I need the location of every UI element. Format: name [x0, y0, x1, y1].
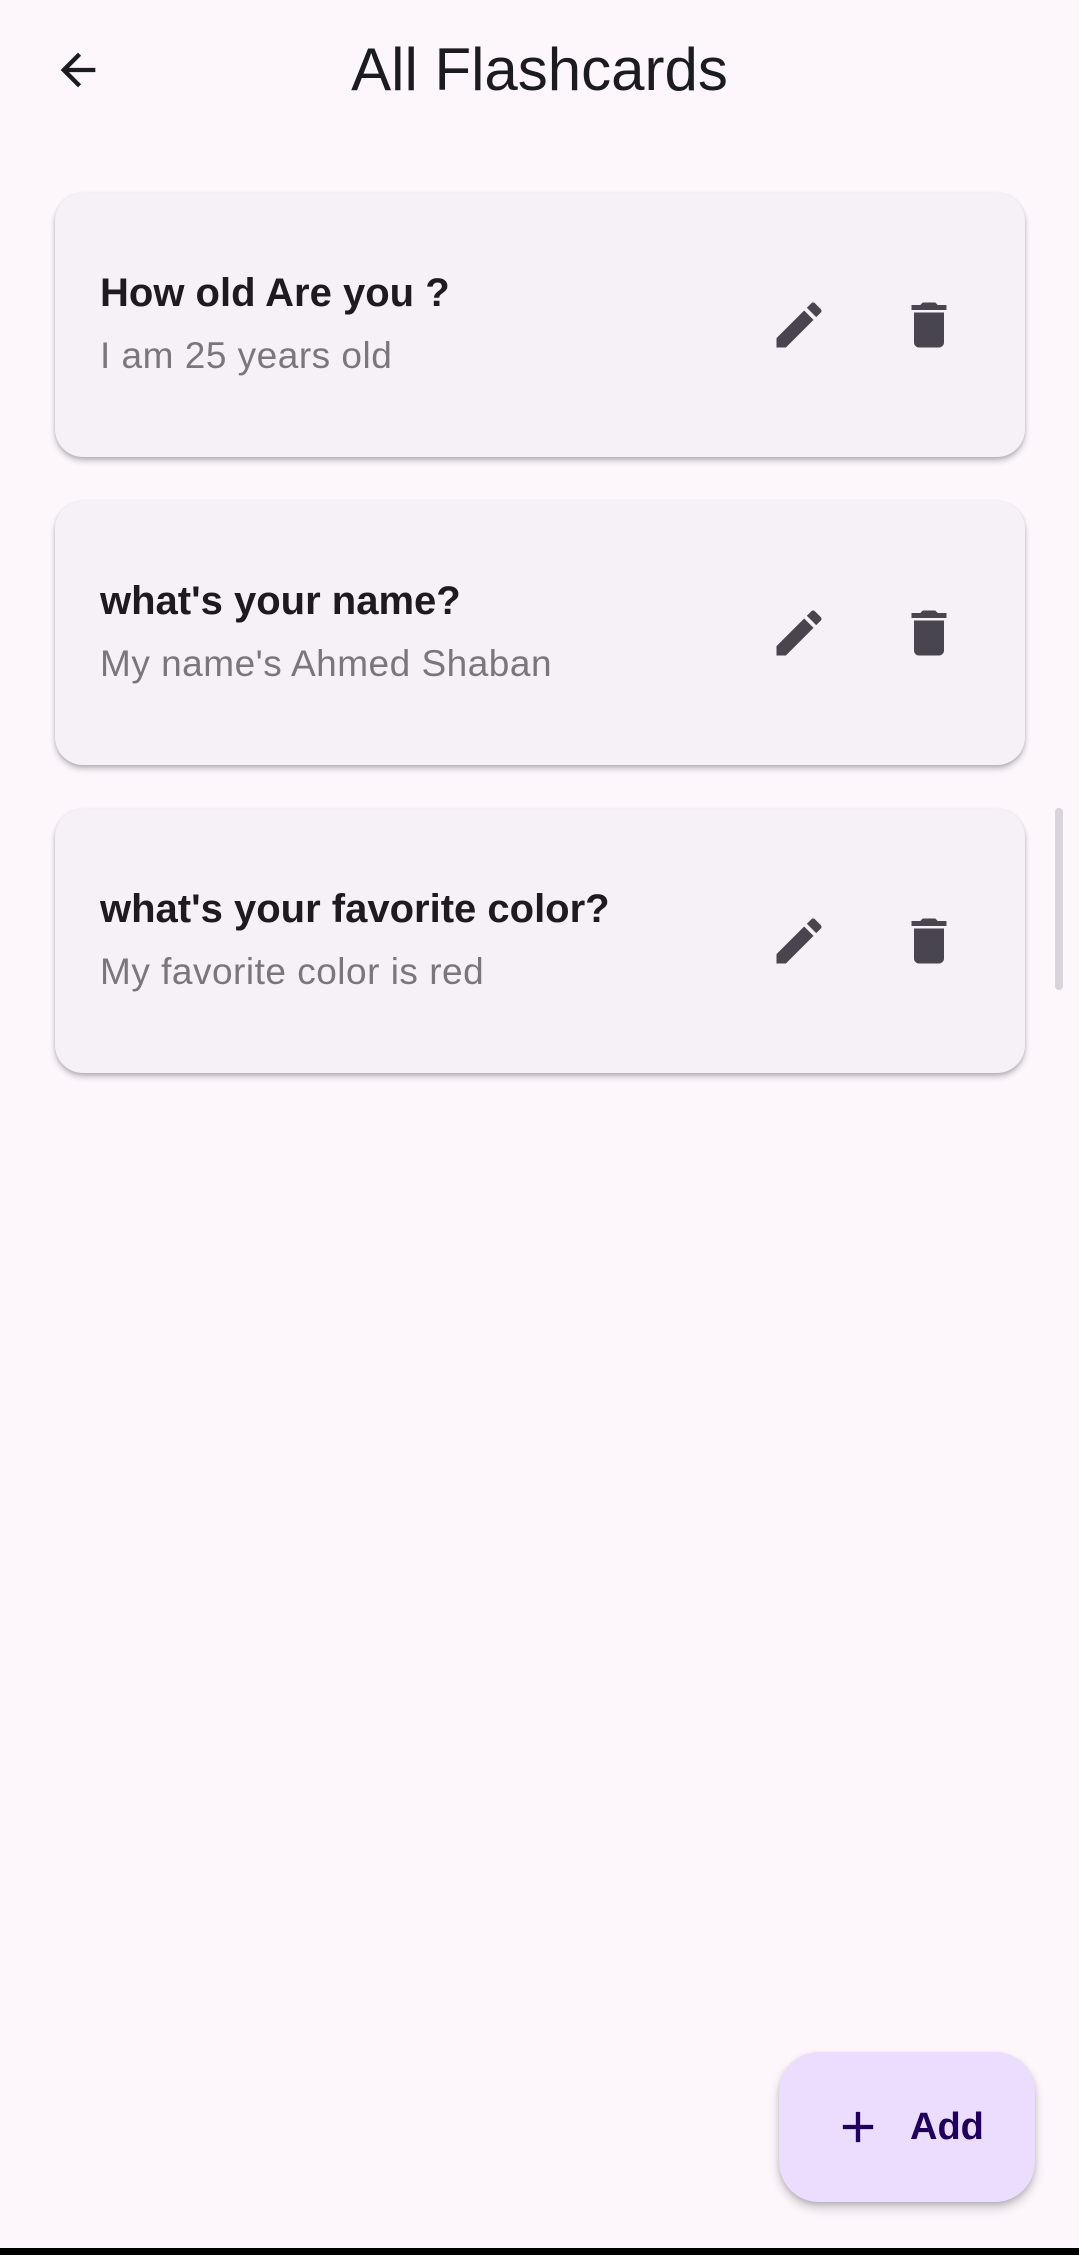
flashcard-question: what's your name?	[100, 579, 461, 623]
trash-icon	[911, 610, 947, 656]
flashcard[interactable]: what's your name? My name's Ahmed Shaban	[55, 501, 1025, 765]
scrollbar[interactable]	[1055, 808, 1063, 990]
system-navigation-bar	[0, 2248, 1079, 2255]
trash-icon	[911, 302, 947, 348]
flashcard-question: what's your favorite color?	[100, 887, 610, 931]
delete-button[interactable]	[887, 591, 971, 675]
flashcard-question: How old Are you ?	[100, 271, 450, 315]
flashcard-list: How old Are you ? I am 25 years old what…	[55, 193, 1025, 1117]
flashcard-answer: My name's Ahmed Shaban	[100, 643, 553, 684]
flashcard-answer: I am 25 years old	[100, 335, 393, 376]
delete-button[interactable]	[887, 283, 971, 367]
page-title: All Flashcards	[351, 36, 728, 103]
trash-icon	[911, 918, 947, 964]
pencil-icon	[776, 918, 822, 964]
flashcard[interactable]: How old Are you ? I am 25 years old	[55, 193, 1025, 457]
plus-icon	[842, 2111, 874, 2143]
flashcard-answer: My favorite color is red	[100, 951, 485, 992]
app-bar: All Flashcards	[0, 0, 1079, 150]
edit-button[interactable]	[757, 899, 841, 983]
delete-button[interactable]	[887, 899, 971, 983]
add-button-label: Add	[910, 2106, 984, 2148]
edit-button[interactable]	[757, 283, 841, 367]
edit-button[interactable]	[757, 591, 841, 675]
pencil-icon	[776, 610, 822, 656]
flashcard[interactable]: what's your favorite color? My favorite …	[55, 809, 1025, 1073]
pencil-icon	[776, 302, 822, 348]
add-button[interactable]: Add	[779, 2052, 1035, 2202]
